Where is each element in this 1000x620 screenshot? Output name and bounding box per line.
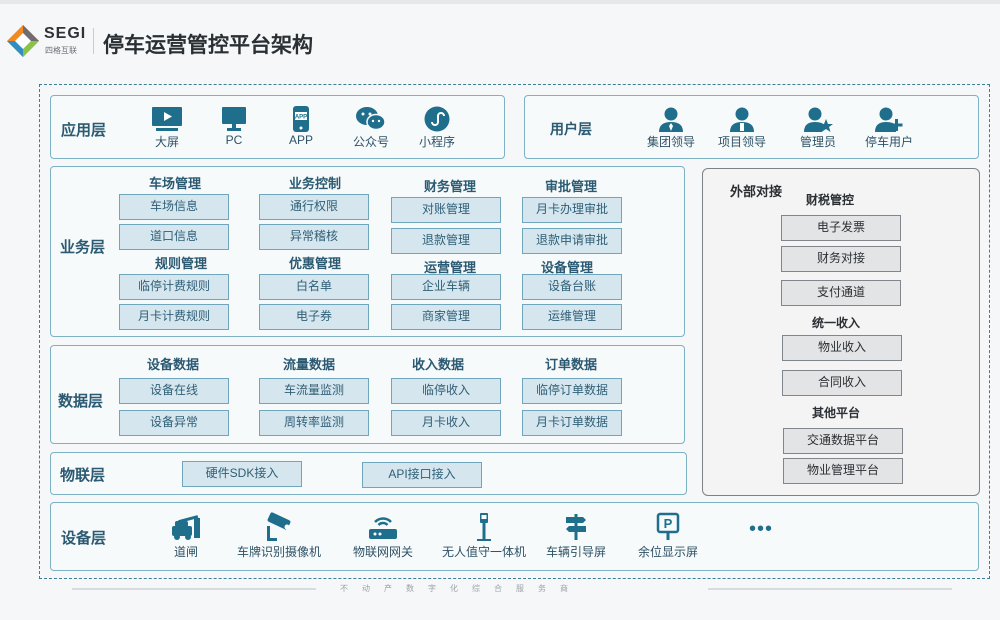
device-item-space-display[interactable]: P 余位显示屏 (623, 512, 713, 560)
segi-logo (7, 25, 39, 57)
top-border (0, 0, 1000, 4)
device-item-guide-screen[interactable]: 车辆引导屏 (531, 512, 621, 560)
business-group-title: 优惠管理 (288, 256, 341, 271)
device-item-label: 物联网网关 (352, 545, 413, 559)
data-module[interactable]: 周转率监测 (259, 410, 369, 436)
svg-text:APP: APP (295, 115, 307, 121)
brand-name: SEGI (44, 25, 87, 42)
data-module[interactable]: 车流量监测 (259, 378, 369, 404)
device-item-label: 车牌识别摄像机 (236, 545, 321, 559)
monitor-icon (222, 107, 246, 131)
data-module[interactable]: 设备在线 (119, 378, 229, 404)
external-item[interactable]: 合同收入 (782, 370, 902, 396)
business-module[interactable]: 通行权限 (259, 194, 369, 220)
title-divider (93, 28, 94, 54)
external-item[interactable]: 电子发票 (781, 215, 901, 241)
business-module[interactable]: 对账管理 (391, 197, 501, 223)
business-module[interactable]: 退款申请审批 (522, 228, 622, 254)
business-group-title: 业务控制 (288, 176, 341, 191)
business-module[interactable]: 商家管理 (391, 304, 501, 330)
admin-star-icon (804, 107, 833, 132)
data-module[interactable]: 临停收入 (391, 378, 501, 404)
device-item-iot-gateway[interactable]: 物联网网关 (338, 512, 428, 560)
business-module[interactable]: 月卡计费规则 (119, 304, 229, 330)
add-user-icon (875, 107, 903, 132)
external-section-title: 财税管控 (806, 193, 855, 207)
business-layer-label: 业务层 (60, 239, 106, 256)
business-group-title: 审批管理 (544, 179, 597, 194)
external-item[interactable]: 物业管理平台 (783, 458, 903, 484)
external-item[interactable]: 支付通道 (781, 280, 901, 306)
brand-subtitle: 四格互联 (45, 46, 77, 55)
external-item[interactable]: 物业收入 (782, 335, 902, 361)
business-module[interactable]: 白名单 (259, 274, 369, 300)
business-module[interactable]: 电子券 (259, 304, 369, 330)
svg-text:P: P (664, 516, 673, 531)
device-item-label: 余位显示屏 (637, 545, 698, 559)
business-module[interactable]: 月卡办理审批 (522, 197, 622, 223)
business-group-title: 车场管理 (148, 176, 201, 191)
external-title: 外部对接 (730, 184, 783, 199)
device-layer-label: 设备层 (61, 530, 107, 547)
business-module[interactable]: 设备台账 (522, 274, 622, 300)
footer-slogan: 不动产数字化综合服务商 (340, 584, 582, 593)
device-item-label: 无人值守一体机 (441, 545, 526, 559)
page-title: 停车运营管控平台架构 (103, 34, 313, 57)
data-module[interactable]: 临停订单数据 (522, 378, 622, 404)
external-item[interactable]: 交通数据平台 (783, 428, 903, 454)
leader-icon (659, 107, 683, 132)
data-module[interactable]: 月卡收入 (391, 410, 501, 436)
business-group-title: 财务管理 (423, 179, 476, 194)
device-item-plate-camera[interactable]: 车牌识别摄像机 (234, 512, 324, 560)
business-module[interactable]: 异常稽核 (259, 224, 369, 250)
device-item-kiosk[interactable]: 无人值守一体机 (439, 512, 529, 560)
app-item-label: 小程序 (418, 135, 455, 149)
data-group-title: 设备数据 (146, 357, 199, 372)
external-item[interactable]: 财务对接 (781, 246, 901, 272)
camera-icon (267, 512, 291, 541)
footer-line-left (72, 588, 316, 590)
business-module[interactable]: 道口信息 (119, 224, 229, 250)
iot-layer-label: 物联层 (60, 467, 106, 484)
data-module[interactable]: 月卡订单数据 (522, 410, 622, 436)
guide-sign-icon (566, 514, 586, 540)
app-item-miniprogram[interactable]: 小程序 (392, 106, 482, 150)
parking-display-icon: P (656, 512, 680, 540)
data-module[interactable]: 设备异常 (119, 410, 229, 436)
business-module[interactable]: 临停计费规则 (119, 274, 229, 300)
external-section-title: 统一收入 (812, 316, 861, 330)
mini-program-icon (424, 106, 450, 132)
data-group-title: 订单数据 (544, 357, 597, 372)
kiosk-icon (477, 513, 491, 541)
router-icon (369, 517, 397, 539)
device-item-label: 车辆引导屏 (545, 545, 606, 559)
more-icon: ••• (748, 518, 773, 540)
device-item-barrier[interactable]: 道闸 (141, 512, 231, 560)
user-item-parking-user[interactable]: 停车用户 (844, 106, 934, 150)
external-section-title: 其他平台 (812, 406, 861, 420)
business-module[interactable]: 车场信息 (119, 194, 229, 220)
business-module[interactable]: 退款管理 (391, 228, 501, 254)
business-group-title: 规则管理 (154, 256, 207, 271)
wechat-icon (356, 107, 386, 131)
device-item-label: 道闸 (173, 545, 198, 559)
data-group-title: 流量数据 (282, 357, 335, 372)
footer-line-right (708, 588, 952, 590)
device-item-more[interactable]: ••• (716, 518, 806, 541)
tv-screen-icon (152, 107, 182, 131)
data-layer-label: 数据层 (58, 393, 104, 410)
manager-icon (730, 107, 754, 132)
business-module[interactable]: 企业车辆 (391, 274, 501, 300)
user-item-label: 停车用户 (864, 135, 913, 149)
api-access[interactable]: API接口接入 (362, 462, 482, 488)
business-module[interactable]: 运维管理 (522, 304, 622, 330)
hardware-sdk-access[interactable]: 硬件SDK接入 (182, 461, 302, 487)
data-group-title: 收入数据 (411, 357, 464, 372)
app-layer-label: 应用层 (61, 122, 107, 139)
user-layer-label: 用户层 (550, 121, 592, 137)
phone-app-icon: APP (293, 106, 309, 132)
barrier-gate-icon (172, 515, 200, 540)
